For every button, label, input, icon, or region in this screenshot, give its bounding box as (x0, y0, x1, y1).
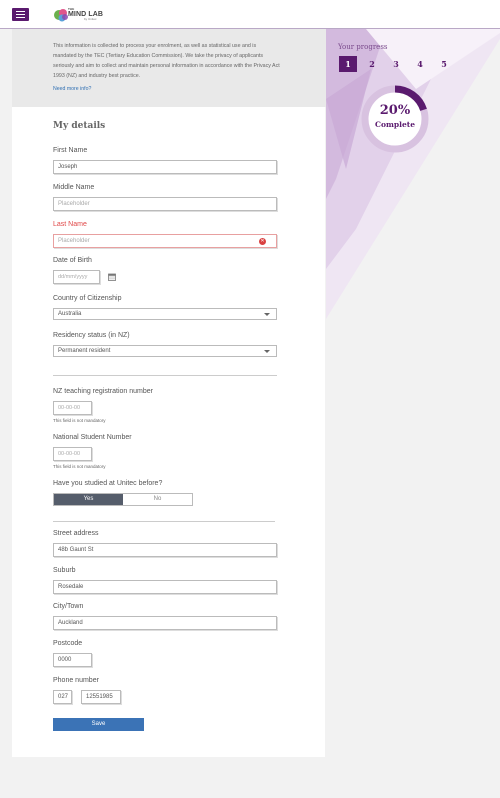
nsn-hint: This field is not mandatory (53, 464, 106, 469)
chevron-down-icon (264, 350, 270, 353)
city-label: City/Town (53, 603, 84, 610)
yes-option[interactable]: Yes (54, 494, 123, 505)
dob-label: Date of Birth (53, 257, 92, 264)
suburb-label: Suburb (53, 567, 76, 574)
decorative-background (326, 29, 500, 319)
chevron-down-icon (264, 313, 270, 316)
save-button[interactable]: Save (53, 718, 144, 731)
city-input[interactable]: Auckland (53, 616, 277, 630)
top-bar: THE MIND LAB by Unitec (0, 0, 500, 29)
street-label: Street address (53, 530, 99, 537)
last-name-label: Last Name (53, 221, 87, 228)
street-input[interactable]: 48b Gaunt St (53, 543, 277, 557)
step-2[interactable]: 2 (363, 56, 381, 72)
citizenship-select[interactable]: Australia (53, 308, 277, 320)
no-option[interactable]: No (123, 494, 192, 505)
last-name-input[interactable]: Placeholder (53, 234, 277, 248)
first-name-label: First Name (53, 147, 88, 154)
dob-input[interactable]: dd/mm/yyyy (53, 270, 100, 284)
phone-number-input[interactable]: 12551985 (81, 690, 121, 704)
citizenship-value: Australia (58, 311, 82, 317)
postcode-label: Postcode (53, 640, 83, 647)
suburb-input[interactable]: Rosedale (53, 580, 277, 594)
studied-before-toggle: Yes No (53, 493, 193, 506)
first-name-input[interactable]: Joseph (53, 160, 277, 174)
calendar-icon[interactable] (108, 273, 116, 281)
progress-ring (361, 85, 429, 153)
need-more-info-link[interactable]: Need more info? (53, 86, 91, 92)
step-5[interactable]: 5 (435, 56, 453, 72)
citizenship-label: Country of Citizenship (53, 295, 122, 302)
postcode-input[interactable]: 0000 (53, 653, 92, 667)
phone-label: Phone number (53, 677, 99, 684)
nsn-label: National Student Number (53, 434, 132, 441)
teaching-reg-label: NZ teaching registration number (53, 388, 153, 395)
residency-value: Permanent resident (58, 348, 111, 354)
studied-before-label: Have you studied at Unitec before? (53, 480, 163, 487)
privacy-info-text: This information is collected to process… (53, 43, 280, 79)
step-1[interactable]: 1 (339, 56, 357, 72)
section-heading-my-details: My details (53, 121, 106, 131)
divider (53, 375, 277, 376)
phone-area-input[interactable]: 027 (53, 690, 72, 704)
progress-title: Your progress (338, 43, 388, 51)
residency-label: Residency status (in NZ) (53, 332, 130, 339)
hamburger-menu-icon[interactable] (12, 8, 29, 21)
divider (53, 521, 275, 522)
progress-complete-label: Complete (374, 120, 415, 129)
residency-select[interactable]: Permanent resident (53, 345, 277, 357)
progress-percent: 20% (379, 103, 411, 118)
step-4[interactable]: 4 (411, 56, 429, 72)
teaching-reg-input[interactable]: 00-00-00 (53, 401, 92, 415)
nsn-input[interactable]: 00-00-00 (53, 447, 92, 461)
step-3[interactable]: 3 (387, 56, 405, 72)
middle-name-label: Middle Name (53, 184, 95, 191)
teaching-reg-hint: This field is not mandatory (53, 418, 106, 423)
logo-subtitle: by Unitec (84, 17, 97, 21)
middle-name-input[interactable]: Placeholder (53, 197, 277, 211)
error-icon: ✕ (259, 238, 266, 245)
